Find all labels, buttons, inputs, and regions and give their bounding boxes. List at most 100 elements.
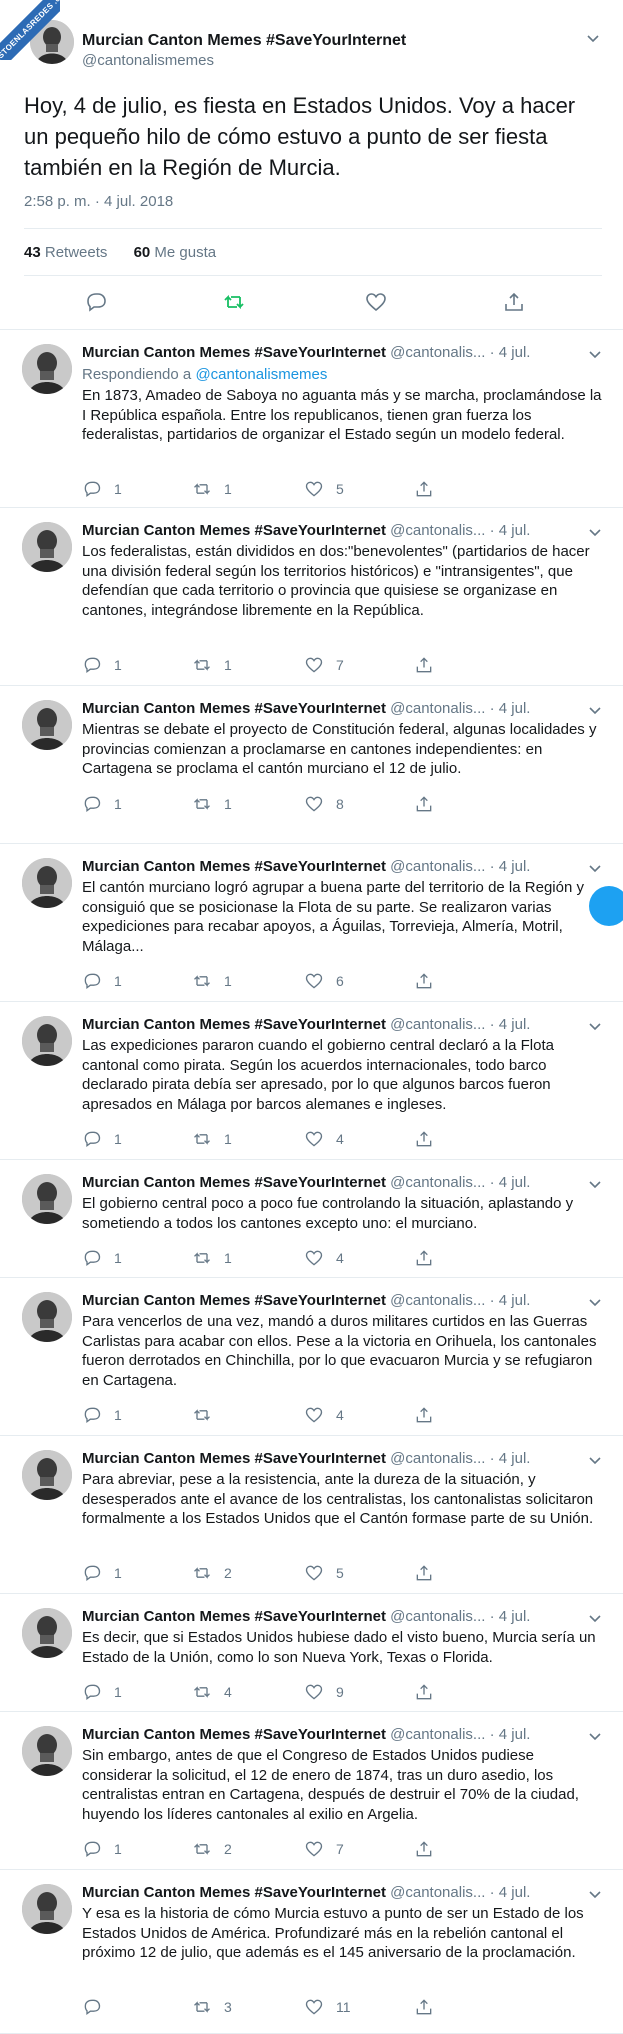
author-name[interactable]: Murcian Canton Memes #SaveYourInternet — [82, 858, 386, 875]
retweet-action[interactable]: 2 — [192, 1562, 232, 1584]
avatar[interactable] — [22, 1726, 72, 1776]
retweet-action[interactable]: 2 — [192, 1838, 232, 1860]
chevron-down-icon[interactable] — [587, 702, 603, 718]
reply-action[interactable]: 1 — [82, 1838, 122, 1860]
retweet-action[interactable]: 4 — [192, 1681, 232, 1703]
share-action[interactable] — [414, 1996, 434, 2018]
tweet-date[interactable]: · 4 jul. — [490, 1016, 531, 1033]
like-icon[interactable] — [304, 1248, 324, 1268]
share-action[interactable] — [414, 654, 434, 676]
like-icon[interactable] — [364, 290, 388, 314]
author-name[interactable]: Murcian Canton Memes #SaveYourInternet — [82, 32, 406, 50]
like-icon[interactable] — [304, 794, 324, 814]
retweet-icon[interactable] — [192, 1839, 212, 1859]
like-icon[interactable] — [304, 1405, 324, 1425]
author-handle[interactable]: @cantonalismemes — [82, 52, 214, 69]
retweet-action[interactable]: 1 — [192, 1247, 232, 1269]
reply-action[interactable]: 1 — [82, 1681, 122, 1703]
chevron-down-icon[interactable] — [585, 30, 601, 46]
like-action[interactable]: 7 — [304, 654, 344, 676]
author-handle[interactable]: @cantonalis... — [390, 1292, 485, 1309]
reply-action[interactable]: 1 — [82, 793, 122, 815]
like-action[interactable]: 4 — [304, 1247, 344, 1269]
reply-action[interactable] — [82, 1996, 114, 2018]
author-handle[interactable]: @cantonalis... — [390, 1726, 485, 1743]
chevron-down-icon[interactable] — [587, 1886, 603, 1902]
reply-icon[interactable] — [82, 1248, 102, 1268]
tweet-date[interactable]: · 4 jul. — [490, 700, 531, 717]
retweet-action[interactable]: 1 — [192, 654, 232, 676]
tweet-date[interactable]: · 4 jul. — [490, 858, 531, 875]
chevron-down-icon[interactable] — [587, 1294, 603, 1310]
like-icon[interactable] — [304, 1682, 324, 1702]
chevron-down-icon[interactable] — [587, 1728, 603, 1744]
tweet-date[interactable]: · 4 jul. — [490, 1174, 531, 1191]
reply-action[interactable]: 1 — [82, 1404, 122, 1426]
reply-icon[interactable] — [84, 290, 108, 314]
author-name[interactable]: Murcian Canton Memes #SaveYourInternet — [82, 1292, 386, 1309]
retweet-action[interactable]: 1 — [192, 793, 232, 815]
avatar[interactable] — [22, 1884, 72, 1934]
retweet-action[interactable]: 1 — [192, 970, 232, 992]
like-icon[interactable] — [304, 479, 324, 499]
share-action[interactable] — [414, 1128, 434, 1150]
author-handle[interactable]: @cantonalis... — [390, 1884, 485, 1901]
retweet-icon[interactable] — [192, 479, 212, 499]
retweet-icon[interactable] — [192, 1248, 212, 1268]
share-icon[interactable] — [414, 1563, 434, 1583]
avatar[interactable] — [22, 1608, 72, 1658]
share-action[interactable] — [414, 1838, 434, 1860]
like-action[interactable]: 7 — [304, 1838, 344, 1860]
share-icon[interactable] — [414, 1997, 434, 2017]
reply-action[interactable]: 1 — [82, 1562, 122, 1584]
tweet-date[interactable]: · 4 jul. — [490, 1450, 531, 1467]
retweet-action[interactable] — [192, 1404, 224, 1426]
reply-icon[interactable] — [82, 655, 102, 675]
tweet-date[interactable]: · 4 jul. — [490, 1726, 531, 1743]
author-handle[interactable]: @cantonalis... — [390, 700, 485, 717]
like-action[interactable]: 5 — [304, 478, 344, 500]
reply-icon[interactable] — [82, 1997, 102, 2017]
retweet-icon[interactable] — [192, 1129, 212, 1149]
author-handle[interactable]: @cantonalis... — [390, 1450, 485, 1467]
reply-icon[interactable] — [82, 794, 102, 814]
author-handle[interactable]: @cantonalis... — [390, 1608, 485, 1625]
avatar[interactable] — [22, 1016, 72, 1066]
author-name[interactable]: Murcian Canton Memes #SaveYourInternet — [82, 1016, 386, 1033]
chevron-down-icon[interactable] — [587, 1452, 603, 1468]
floating-button[interactable] — [589, 886, 623, 926]
share-icon[interactable] — [414, 971, 434, 991]
retweet-action[interactable]: 1 — [192, 1128, 232, 1150]
avatar[interactable] — [22, 1292, 72, 1342]
avatar[interactable] — [22, 700, 72, 750]
likes-stat[interactable]: 60 Me gusta — [134, 244, 217, 261]
retweet-action[interactable]: 3 — [192, 1996, 232, 2018]
avatar[interactable] — [22, 344, 72, 394]
like-action[interactable]: 4 — [304, 1128, 344, 1150]
avatar[interactable] — [22, 1174, 72, 1224]
like-icon[interactable] — [304, 971, 324, 991]
share-icon[interactable] — [414, 1839, 434, 1859]
reply-icon[interactable] — [82, 479, 102, 499]
reply-action[interactable]: 1 — [82, 970, 122, 992]
chevron-down-icon[interactable] — [587, 346, 603, 362]
chevron-down-icon[interactable] — [587, 860, 603, 876]
like-action[interactable]: 5 — [304, 1562, 344, 1584]
author-handle[interactable]: @cantonalis... — [390, 858, 485, 875]
author-handle[interactable]: @cantonalis... — [390, 1016, 485, 1033]
reply-icon[interactable] — [82, 1563, 102, 1583]
tweet-date[interactable]: · 4 jul. — [490, 1608, 531, 1625]
author-name[interactable]: Murcian Canton Memes #SaveYourInternet — [82, 1726, 386, 1743]
like-icon[interactable] — [304, 655, 324, 675]
retweet-icon[interactable] — [222, 290, 246, 314]
retweet-icon[interactable] — [192, 1997, 212, 2017]
chevron-down-icon[interactable] — [587, 1176, 603, 1192]
share-action[interactable] — [414, 1681, 434, 1703]
share-action[interactable] — [414, 1404, 434, 1426]
share-icon[interactable] — [414, 1405, 434, 1425]
reply-action[interactable]: 1 — [82, 478, 122, 500]
share-action[interactable] — [414, 1562, 434, 1584]
retweet-icon[interactable] — [192, 1682, 212, 1702]
retweet-icon[interactable] — [192, 794, 212, 814]
share-icon[interactable] — [414, 655, 434, 675]
